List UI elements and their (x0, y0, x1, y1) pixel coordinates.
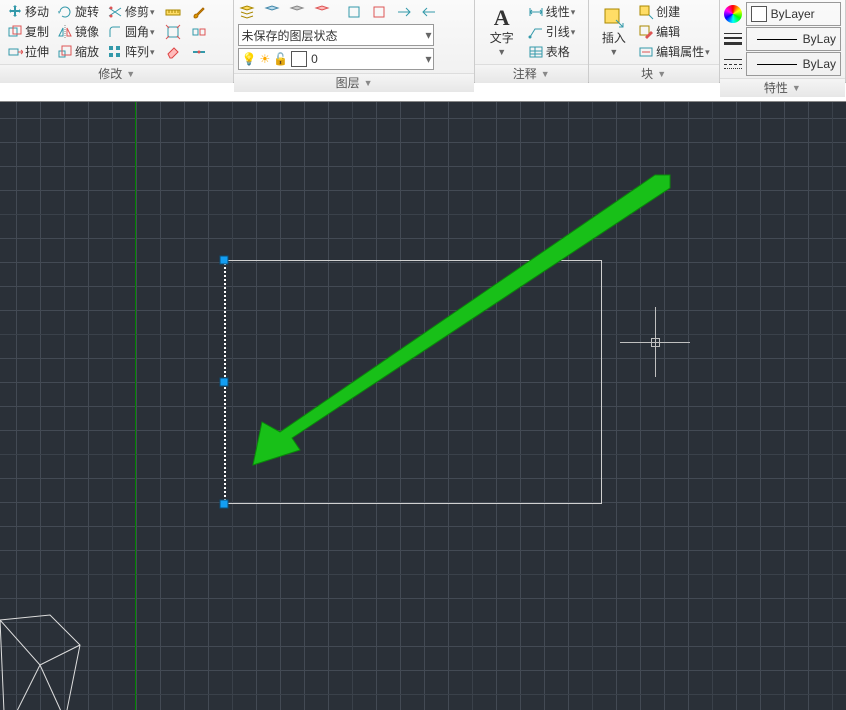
erase-icon (165, 44, 181, 60)
table-button[interactable]: 表格 (525, 42, 579, 62)
array-button[interactable]: 阵列 ▾ (104, 42, 158, 62)
create-block-icon (638, 4, 654, 20)
trim-icon (107, 4, 123, 20)
sun-icon: ☀ (259, 52, 270, 66)
lineweight-icon[interactable] (724, 30, 742, 48)
mirror-icon (57, 24, 73, 40)
dropdown-arrow-icon: ▾ (150, 24, 155, 40)
lineweight-combo[interactable]: ByLay (746, 27, 841, 51)
mirror-button[interactable]: 镜像 (54, 22, 102, 42)
ruler-icon (165, 4, 181, 20)
panel-title-annotate[interactable]: 注释▼ (475, 64, 588, 83)
current-layer-combo[interactable]: 💡 ☀ 🔓 0 ▾ (238, 48, 434, 70)
edit-block-icon (638, 24, 654, 40)
layer-state-combo[interactable]: 未保存的图层状态 ▾ (238, 24, 434, 46)
color-wheel-icon[interactable] (724, 5, 742, 23)
layer-match-icon[interactable] (393, 2, 417, 22)
dropdown-arrow-icon: ▾ (150, 4, 155, 20)
linetype-icon[interactable] (724, 55, 742, 73)
table-icon (528, 44, 544, 60)
create-block-button[interactable]: 创建 (635, 2, 713, 22)
brush-button[interactable] (188, 2, 212, 22)
explode-button[interactable] (162, 22, 186, 42)
panel-title-layer[interactable]: 图层▼ (234, 73, 473, 92)
insert-icon (602, 6, 626, 30)
y-axis (135, 102, 136, 710)
layer-off-icon[interactable] (261, 2, 285, 22)
panel-layer: 未保存的图层状态 ▾ 💡 ☀ 🔓 0 ▾ 图层▼ (234, 0, 474, 82)
measure-button[interactable] (162, 2, 186, 22)
layer-unisolate-icon[interactable] (368, 2, 392, 22)
ribbon-toolbar: 移动 复制 拉伸 旋转 镜像 (0, 0, 846, 83)
bulb-icon: 💡 (241, 52, 256, 66)
panel-title-block[interactable]: 块▼ (589, 64, 719, 83)
copy-icon (7, 24, 23, 40)
join-icon (191, 44, 207, 60)
move-button[interactable]: 移动 (4, 2, 52, 22)
break-button[interactable] (188, 22, 212, 42)
fillet-button[interactable]: 圆角 ▾ (104, 22, 158, 42)
stretch-icon (7, 44, 23, 60)
panel-modify: 移动 复制 拉伸 旋转 镜像 (0, 0, 234, 82)
move-icon (7, 4, 23, 20)
panel-annotate: A 文字▼ 线性 ▾ 引线 ▾ 表格 注释▼ (475, 0, 589, 82)
color-combo[interactable]: ByLayer (746, 2, 841, 26)
color-swatch (751, 6, 767, 22)
lock-icon: 🔓 (273, 52, 288, 66)
layer-props-icon[interactable] (236, 2, 260, 22)
panel-block: 插入▼ 创建 编辑 编辑属性 ▾ 块▼ (589, 0, 720, 82)
drawing-canvas[interactable] (0, 102, 846, 710)
panel-title-modify[interactable]: 修改▼ (0, 64, 233, 83)
rotate-icon (57, 4, 73, 20)
array-icon (107, 44, 123, 60)
layer-lock-icon[interactable] (311, 2, 335, 22)
leader-icon (528, 24, 544, 40)
stretch-button[interactable]: 拉伸 (4, 42, 52, 62)
dropdown-arrow-icon: ▾ (425, 52, 431, 66)
scale-button[interactable]: 缩放 (54, 42, 102, 62)
rotate-button[interactable]: 旋转 (54, 2, 102, 22)
insert-button[interactable]: 插入▼ (593, 2, 635, 62)
dropdown-arrow-icon: ▾ (150, 44, 155, 60)
brush-icon (191, 4, 207, 20)
text-button[interactable]: A 文字▼ (479, 2, 525, 62)
edit-block-button[interactable]: 编辑 (635, 22, 713, 42)
dimension-icon (528, 4, 544, 20)
linetype-combo[interactable]: ByLay (746, 52, 841, 76)
layer-prev-icon[interactable] (418, 2, 442, 22)
scale-icon (57, 44, 73, 60)
edit-attr-icon (638, 44, 654, 60)
leader-button[interactable]: 引线 ▾ (525, 22, 579, 42)
dropdown-arrow-icon: ▾ (425, 28, 431, 42)
linear-dim-button[interactable]: 线性 ▾ (525, 2, 579, 22)
fillet-icon (107, 24, 123, 40)
panel-title-properties[interactable]: 特性▼ (720, 78, 845, 97)
explode-icon (165, 24, 181, 40)
copy-button[interactable]: 复制 (4, 22, 52, 42)
layer-color-swatch (291, 51, 307, 67)
join-button[interactable] (188, 42, 212, 62)
panel-properties: ByLayer ByLay ByLay 特性▼ (720, 0, 846, 82)
erase-button[interactable] (162, 42, 186, 62)
layer-freeze-icon[interactable] (286, 2, 310, 22)
text-icon: A (490, 6, 514, 30)
grid (0, 102, 846, 710)
edit-attr-button[interactable]: 编辑属性 ▾ (635, 42, 713, 62)
break-icon (191, 24, 207, 40)
layer-isolate-icon[interactable] (343, 2, 367, 22)
trim-button[interactable]: 修剪 ▾ (104, 2, 158, 22)
